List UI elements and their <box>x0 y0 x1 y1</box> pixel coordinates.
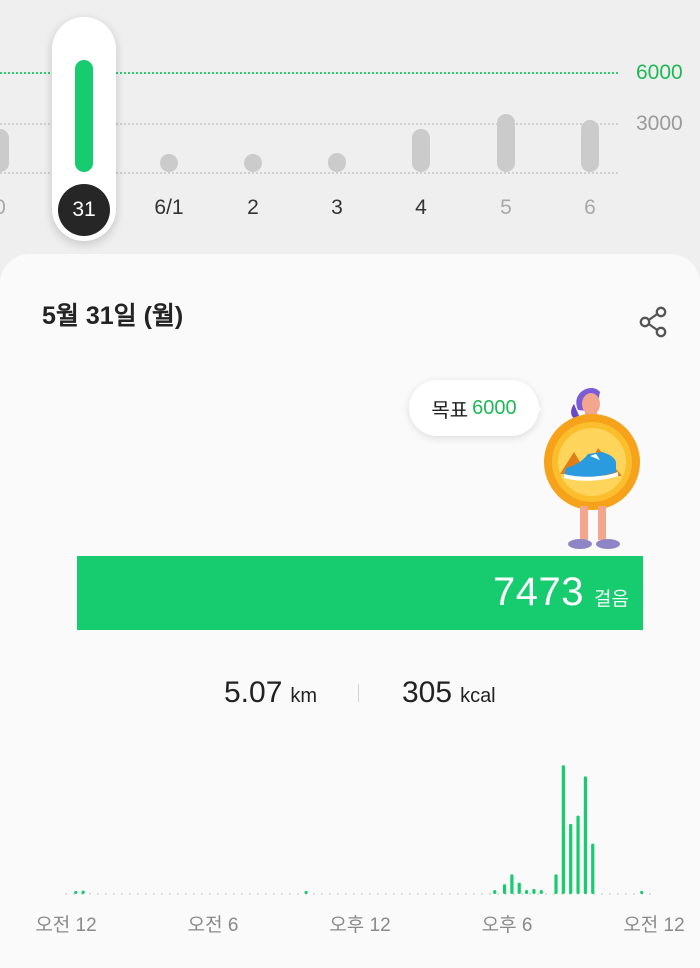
hourly-bar <box>532 888 536 894</box>
steps-progress-bar: 7473 걸음 <box>77 556 643 630</box>
week-day-label[interactable]: 0 <box>0 196 30 220</box>
hourly-bar <box>640 891 644 894</box>
page-title: 5월 31일 (월) <box>42 302 184 330</box>
week-day-label[interactable]: 5 <box>476 196 536 220</box>
week-day-label[interactable]: 4 <box>391 196 451 220</box>
hourly-bar <box>74 891 78 894</box>
goal-speech-bubble: 목표 6000 <box>409 380 539 436</box>
steps-count: 7473 <box>493 570 585 614</box>
hourly-bar <box>583 776 587 894</box>
calories-unit: kcal <box>460 685 496 707</box>
week-bar-0[interactable] <box>0 128 9 172</box>
week-bar-6[interactable] <box>581 119 599 172</box>
week-day-label[interactable]: 2 <box>223 196 283 220</box>
week-bar-5[interactable] <box>497 113 515 172</box>
stats-row: 5.07 km 305 kcal <box>0 674 700 714</box>
distance-unit: km <box>290 685 318 707</box>
hourly-bar <box>554 874 558 894</box>
week-day-label[interactable]: 6/1 <box>139 196 199 220</box>
hourly-bar <box>539 890 543 894</box>
calories-value: 305 <box>402 676 453 709</box>
time-tick-label: 오전 12 <box>623 915 685 936</box>
hourly-bar <box>517 882 521 894</box>
distance-value: 5.07 <box>224 676 283 709</box>
hourly-bar <box>525 890 529 894</box>
distance-stat: 5.07 km <box>224 676 317 710</box>
week-day-label[interactable]: 3 <box>307 196 367 220</box>
calories-stat: 305 kcal <box>402 676 496 710</box>
hourly-bar <box>304 891 308 894</box>
hourly-bar <box>81 890 85 894</box>
time-tick-label: 오후 6 <box>481 915 533 936</box>
week-day-label[interactable]: 6 <box>560 196 620 220</box>
time-tick-label: 오후 12 <box>329 915 391 936</box>
hourly-bar <box>591 843 595 894</box>
hourly-bar <box>502 884 507 894</box>
mid-axis-label: 3000 <box>636 112 683 135</box>
week-bar-6-1[interactable] <box>160 154 178 172</box>
goal-value: 6000 <box>472 396 517 419</box>
selected-day-badge[interactable]: 31 <box>58 184 110 236</box>
week-bar-3[interactable] <box>328 152 346 172</box>
steps-unit: 걸음 <box>594 589 629 610</box>
share-icon[interactable] <box>636 304 672 340</box>
week-bar-4[interactable] <box>412 128 430 172</box>
weekly-steps-chart: 6000 3000 31 0 6/1 234 56 <box>0 0 700 250</box>
time-tick-label: 오전 12 <box>35 915 97 936</box>
hourly-bar <box>576 815 580 894</box>
goal-word: 목표 <box>431 399 469 422</box>
week-bar-31[interactable] <box>75 60 93 172</box>
hourly-bar <box>510 874 514 894</box>
week-bar-2[interactable] <box>244 154 262 172</box>
hourly-bar <box>561 765 565 894</box>
time-tick-label: 오전 6 <box>187 915 239 936</box>
steps-readout: 7473 걸음 <box>493 570 629 615</box>
stats-divider <box>358 684 359 702</box>
mascot-illustration <box>544 388 640 549</box>
goal-axis-label: 6000 <box>636 61 683 84</box>
hourly-bar <box>493 890 497 894</box>
day-detail-card: 5월 31일 (월) 목표 6000 7473 걸음 5.07 km 305 k… <box>0 254 700 968</box>
hourly-bar <box>569 824 573 894</box>
